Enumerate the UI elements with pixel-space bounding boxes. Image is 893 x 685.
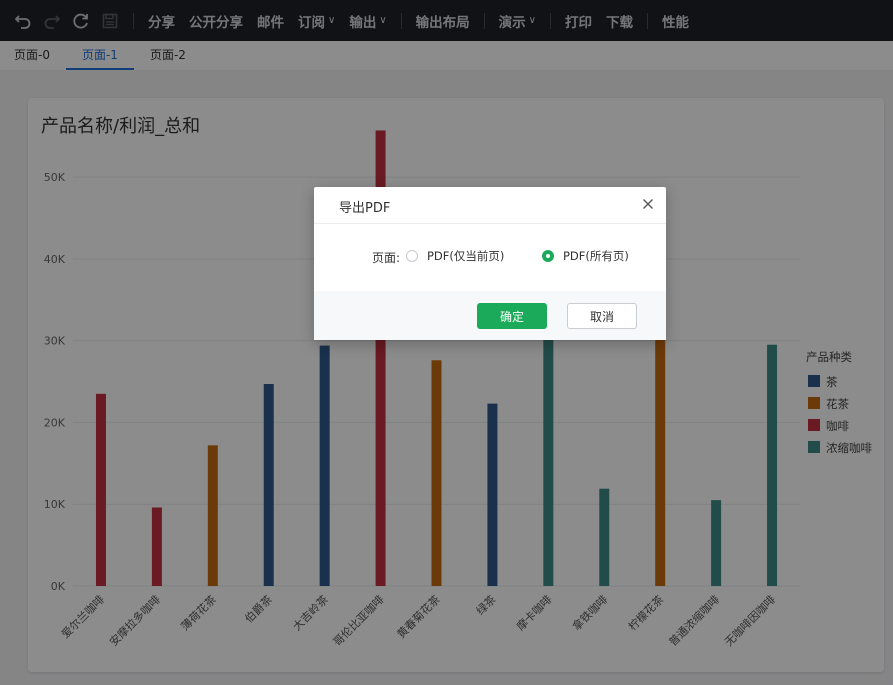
radio-all-pages-label: PDF(所有页) bbox=[563, 249, 629, 263]
dialog-body: 页面: PDF(仅当前页) PDF(所有页) bbox=[314, 224, 666, 291]
radio-checked-icon[interactable] bbox=[542, 250, 554, 262]
modal-overlay[interactable] bbox=[0, 0, 893, 685]
dialog-title: 导出PDF bbox=[339, 201, 391, 216]
dialog-header: 导出PDF bbox=[314, 187, 666, 224]
confirm-button[interactable]: 确定 bbox=[477, 303, 547, 329]
page-range-label: 页面: bbox=[372, 251, 401, 265]
radio-unchecked-icon[interactable] bbox=[406, 250, 418, 262]
cancel-button[interactable]: 取消 bbox=[567, 303, 637, 329]
radio-all-pages[interactable]: PDF(所有页) bbox=[542, 248, 629, 264]
close-icon[interactable] bbox=[640, 196, 656, 212]
dialog-footer: 确定 取消 bbox=[314, 291, 666, 340]
radio-current-page[interactable]: PDF(仅当前页) bbox=[406, 248, 504, 264]
radio-current-page-label: PDF(仅当前页) bbox=[427, 249, 505, 263]
export-pdf-dialog: 导出PDF 页面: PDF(仅当前页) PDF(所有页) 确定 取消 bbox=[314, 187, 666, 340]
